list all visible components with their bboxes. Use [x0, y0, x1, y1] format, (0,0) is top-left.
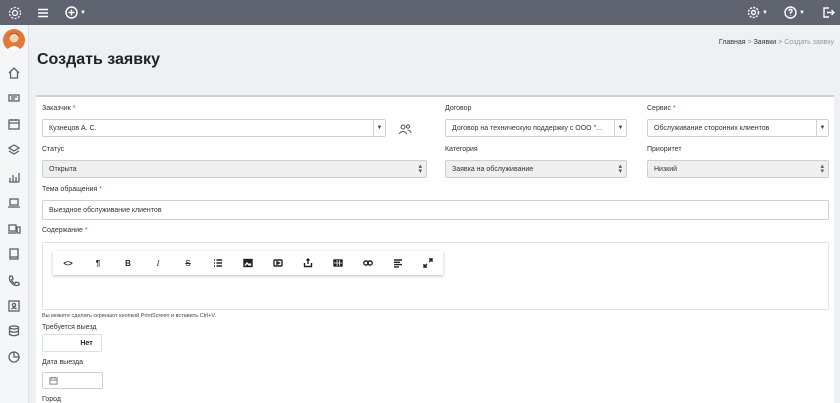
- category-value: Заявка на обслуживание: [452, 165, 534, 173]
- video-icon: [273, 259, 283, 267]
- devices-icon[interactable]: [6, 221, 22, 237]
- page-title: Создать заявку: [37, 51, 160, 68]
- sidebar: [0, 0, 29, 403]
- service-label: Сервис *: [647, 105, 676, 112]
- table-button[interactable]: [323, 251, 353, 275]
- breadcrumb: Главная > Заявки > Создать заявку: [718, 39, 834, 46]
- status-label: Статус: [42, 146, 65, 153]
- priority-select[interactable]: Низкий ▴ ▾: [647, 160, 829, 178]
- menu-button[interactable]: [37, 0, 49, 25]
- help-menu-button[interactable]: ▼: [784, 0, 805, 25]
- calendar-icon: [49, 376, 58, 385]
- list-icon: [214, 259, 222, 267]
- file-upload-icon: [303, 258, 313, 268]
- avatar[interactable]: [3, 29, 25, 51]
- visit-required-toggle[interactable]: Нет: [42, 334, 102, 352]
- strikethrough-button[interactable]: S: [173, 251, 203, 275]
- align-left-icon: [394, 259, 402, 268]
- plus-circle-icon: [65, 6, 78, 19]
- logout-button[interactable]: [822, 0, 835, 25]
- chevron-down-icon: ▼: [762, 9, 768, 16]
- chevron-down-icon[interactable]: ▼: [816, 120, 828, 136]
- editor-toolbar: <> ¶ B I S: [53, 251, 443, 275]
- service-select[interactable]: Обслуживание сторонних клиентов ▼: [647, 119, 829, 137]
- home-icon[interactable]: [6, 65, 22, 81]
- chevron-down-icon: ▼: [799, 9, 805, 16]
- add-menu-button[interactable]: ▼: [65, 0, 86, 25]
- bold-button[interactable]: B: [113, 251, 143, 275]
- subject-label: Тема обращения *: [42, 186, 102, 193]
- main-content: Главная > Заявки > Создать заявку Создат…: [29, 25, 840, 403]
- city-label: Город: [42, 396, 61, 403]
- users-icon[interactable]: [398, 122, 412, 135]
- visit-date-input[interactable]: [42, 372, 103, 389]
- video-button[interactable]: [263, 251, 293, 275]
- chevron-down-icon[interactable]: ▼: [373, 120, 385, 136]
- image-button[interactable]: [233, 251, 263, 275]
- updown-icon: ▴ ▾: [418, 163, 422, 175]
- customer-label: Заказчик *: [42, 105, 76, 112]
- visit-required-label: Требуется выезд: [42, 324, 97, 331]
- updown-icon: ▴ ▾: [820, 163, 824, 175]
- expand-icon: [423, 258, 433, 268]
- table-icon: [333, 259, 343, 267]
- category-select[interactable]: Заявка на обслуживание ▴ ▾: [445, 160, 627, 178]
- content-editor[interactable]: <> ¶ B I S: [42, 242, 829, 310]
- breadcrumb-current: Создать заявку: [784, 39, 834, 46]
- question-circle-icon: [784, 6, 797, 19]
- priority-value: Низкий: [654, 165, 678, 173]
- customer-select[interactable]: Кузнецов А. С. ▼: [42, 119, 386, 137]
- screenshot-hint: Вы можете сделать скриншот кнопкой Print…: [42, 313, 217, 319]
- contract-label: Договор: [445, 105, 472, 112]
- list-button[interactable]: [203, 251, 233, 275]
- link-button[interactable]: [353, 251, 383, 275]
- subject-value: Выездное обслуживание клиентов: [49, 206, 162, 214]
- settings-menu-button[interactable]: ▼: [747, 0, 768, 25]
- calendar-icon[interactable]: [6, 116, 22, 132]
- layers-icon[interactable]: [6, 142, 22, 158]
- book-icon[interactable]: [6, 246, 22, 262]
- laptop-icon[interactable]: [6, 195, 22, 211]
- subject-input[interactable]: Выездное обслуживание клиентов: [42, 200, 829, 220]
- category-label: Категория: [445, 146, 478, 153]
- customer-value: Кузнецов А. С.: [49, 124, 97, 132]
- breadcrumb-requests[interactable]: Заявки: [754, 39, 777, 46]
- status-select[interactable]: Открыта ▴ ▾: [42, 160, 427, 178]
- contact-card-icon[interactable]: [6, 298, 22, 314]
- logo[interactable]: [0, 0, 29, 25]
- logout-icon: [823, 7, 835, 18]
- visit-required-value: Нет: [80, 339, 93, 347]
- link-icon: [363, 260, 373, 266]
- chevron-down-icon[interactable]: ▼: [614, 120, 626, 136]
- hamburger-icon: [38, 8, 48, 17]
- align-button[interactable]: [383, 251, 413, 275]
- phone-icon[interactable]: [6, 273, 22, 289]
- pie-chart-icon[interactable]: [6, 349, 22, 365]
- status-value: Открыта: [49, 165, 77, 173]
- fullscreen-button[interactable]: [413, 251, 443, 275]
- gear-icon: [747, 6, 760, 19]
- request-form: Заказчик * Кузнецов А. С. ▼ Договор Дого…: [36, 95, 834, 403]
- ticket-icon[interactable]: [6, 90, 22, 106]
- code-button[interactable]: <>: [53, 251, 83, 275]
- italic-button[interactable]: I: [143, 251, 173, 275]
- breadcrumb-home[interactable]: Главная: [719, 39, 746, 46]
- file-button[interactable]: [293, 251, 323, 275]
- contract-value: Договор на техническую поддержку с ООО "…: [452, 124, 602, 132]
- priority-label: Приоритет: [647, 146, 682, 153]
- chevron-down-icon: ▼: [80, 9, 86, 16]
- chart-icon[interactable]: [6, 169, 22, 185]
- database-icon[interactable]: [6, 323, 22, 339]
- contract-select[interactable]: Договор на техническую поддержку с ООО "…: [445, 119, 627, 137]
- service-value: Обслуживание сторонних клиентов: [654, 124, 770, 132]
- content-label: Содержание *: [42, 227, 88, 234]
- image-icon: [243, 258, 253, 268]
- gear-logo-icon: [8, 6, 21, 19]
- updown-icon: ▴ ▾: [618, 163, 622, 175]
- visit-date-label: Дата выезда: [42, 359, 83, 366]
- paragraph-button[interactable]: ¶: [83, 251, 113, 275]
- top-bar: ▼ ▼ ▼: [29, 0, 840, 25]
